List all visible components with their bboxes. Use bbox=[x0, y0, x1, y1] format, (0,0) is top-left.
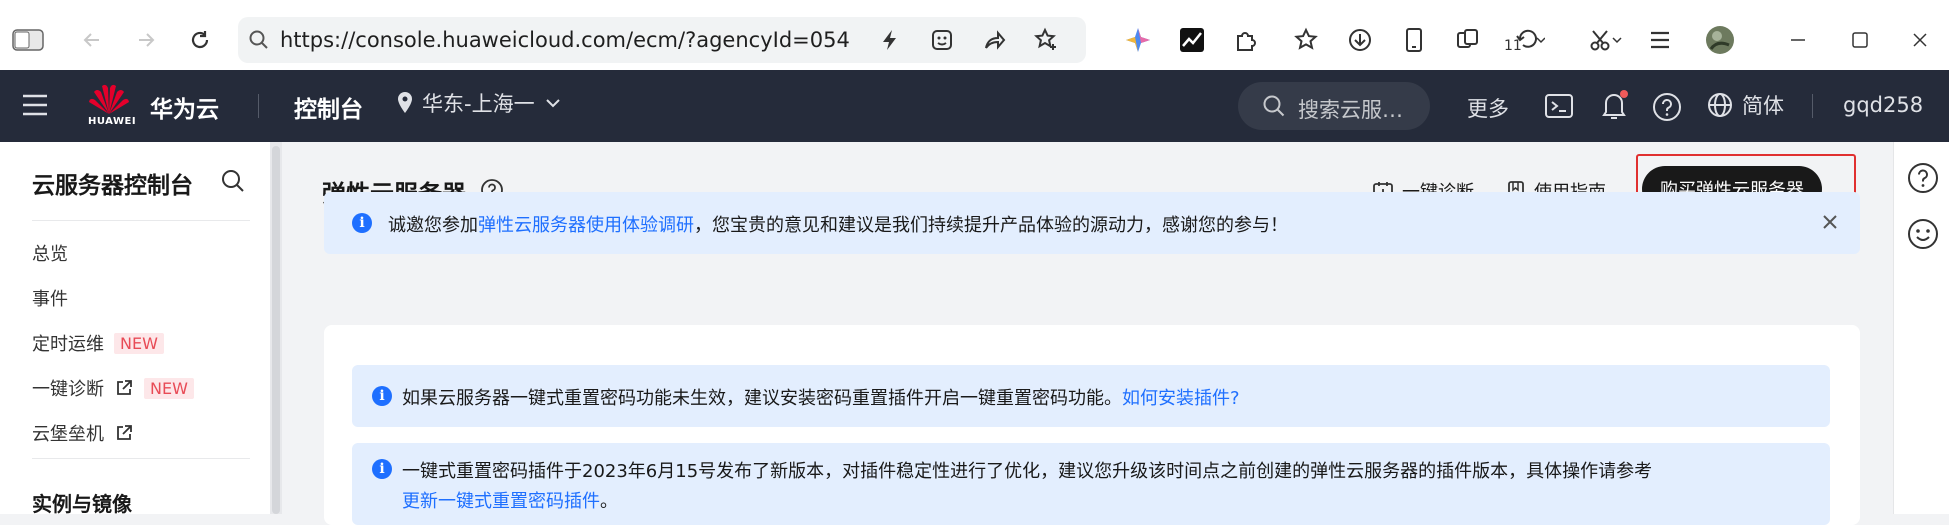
console-topnav: HUAWEI 华为云 控制台 华东-上海一 搜索云服… 更多 简体 gqd258 bbox=[0, 70, 1949, 142]
region-selector[interactable]: 华东-上海一 bbox=[396, 88, 563, 118]
notice2-text: 一键式重置密码插件于2023年6月15号发布了新版本，对插件稳定性进行了优化，建… bbox=[402, 461, 1653, 482]
info-icon: i bbox=[352, 213, 372, 233]
huawei-logo[interactable]: HUAWEI bbox=[86, 82, 136, 132]
sidebar-search-icon[interactable] bbox=[220, 168, 246, 194]
screenshot-icon[interactable] bbox=[1578, 20, 1634, 60]
nav-divider bbox=[1812, 94, 1813, 118]
sidebar-item-bastion[interactable]: 云堡垒机 bbox=[32, 420, 134, 446]
hamburger-icon[interactable] bbox=[20, 92, 50, 118]
minimize-icon[interactable] bbox=[1778, 20, 1818, 60]
sidebar-divider bbox=[32, 220, 250, 221]
search-icon bbox=[1262, 94, 1286, 118]
history-icon[interactable]: 11 bbox=[1502, 20, 1558, 60]
share-icon[interactable] bbox=[974, 20, 1014, 60]
sidebar-item-overview[interactable]: 总览 bbox=[32, 240, 68, 266]
forward-icon[interactable] bbox=[126, 20, 166, 60]
lightning-icon[interactable] bbox=[870, 20, 910, 60]
profile-avatar[interactable] bbox=[1700, 20, 1740, 60]
extensions-icon[interactable] bbox=[1226, 20, 1266, 60]
notice1-text: 如果云服务器一键式重置密码功能未生效，建议安装密码重置插件开启一键重置密码功能。… bbox=[402, 388, 1240, 409]
browser-toolbar: https://console.huaweicloud.com/ecm/?age… bbox=[0, 0, 1949, 70]
reset-password-notice: i 如果云服务器一键式重置密码功能未生效，建议安装密码重置插件开启一键重置密码功… bbox=[352, 365, 1830, 427]
language-selector[interactable]: 简体 bbox=[1706, 90, 1784, 120]
collections-icon[interactable] bbox=[1448, 20, 1488, 60]
reload-icon[interactable] bbox=[180, 20, 220, 60]
address-bar[interactable]: https://console.huaweicloud.com/ecm/?age… bbox=[238, 17, 1086, 63]
survey-notice: i 诚邀您参加弹性云服务器使用体验调研，您宝贵的意见和建议是我们持续提升产品体验… bbox=[324, 192, 1860, 254]
sidebar-title: 云服务器控制台 bbox=[32, 173, 193, 199]
user-menu[interactable]: gqd258 bbox=[1843, 93, 1923, 117]
copilot-icon[interactable] bbox=[1118, 20, 1158, 60]
help-icon[interactable] bbox=[1652, 92, 1682, 122]
new-badge: NEW bbox=[144, 377, 194, 399]
mobile-icon[interactable] bbox=[1394, 20, 1434, 60]
extension-stock-icon[interactable] bbox=[1172, 20, 1212, 60]
main-content: 弹性云服务器 一键诊断 使用指南 购买弹性云服务器 i 诚邀您参加弹性云服务器使… bbox=[282, 142, 1893, 525]
sidebar-item-label: 定时运维 bbox=[32, 334, 104, 355]
huawei-logo-text: HUAWEI bbox=[88, 116, 137, 127]
location-icon bbox=[398, 92, 412, 113]
url-text: https://console.huaweicloud.com/ecm/?age… bbox=[280, 28, 850, 52]
site-info-icon[interactable] bbox=[248, 29, 270, 51]
install-plugin-link[interactable]: 如何安装插件? bbox=[1122, 388, 1240, 409]
reader-icon[interactable] bbox=[922, 20, 962, 60]
close-icon[interactable] bbox=[1820, 212, 1840, 232]
sidebar-scrollbar[interactable] bbox=[270, 142, 282, 514]
tab-actions-icon[interactable] bbox=[8, 20, 48, 60]
search-placeholder: 搜索云服… bbox=[1298, 98, 1403, 122]
sidebar-item-diagnose[interactable]: 一键诊断 NEW bbox=[32, 375, 194, 401]
feedback-smile-icon[interactable] bbox=[1907, 218, 1939, 250]
sidebar-section-instances[interactable]: 实例与镜像 bbox=[32, 488, 132, 517]
survey-text: 诚邀您参加弹性云服务器使用体验调研，您宝贵的意见和建议是我们持续提升产品体验的源… bbox=[388, 215, 1288, 236]
globe-icon bbox=[1708, 93, 1732, 117]
right-rail bbox=[1893, 142, 1949, 514]
sidebar-divider bbox=[32, 458, 250, 459]
new-badge: NEW bbox=[114, 332, 164, 354]
chevron-down-icon bbox=[545, 99, 560, 108]
info-icon: i bbox=[372, 386, 392, 406]
sidebar-item-label: 云堡垒机 bbox=[32, 424, 104, 445]
language-label: 简体 bbox=[1742, 94, 1784, 118]
external-link-icon bbox=[117, 425, 132, 440]
plugin-update-notice: i 一键式重置密码插件于2023年6月15号发布了新版本，对插件稳定性进行了优化… bbox=[352, 443, 1830, 525]
notice2-link-line: 更新一键式重置密码插件。 bbox=[402, 491, 618, 512]
back-icon[interactable] bbox=[72, 20, 112, 60]
downloads-icon[interactable] bbox=[1340, 20, 1380, 60]
help-float-icon[interactable] bbox=[1907, 162, 1939, 194]
menu-icon[interactable] bbox=[1640, 20, 1680, 60]
maximize-icon[interactable] bbox=[1840, 20, 1880, 60]
sidebar-item-label: 总览 bbox=[32, 244, 68, 265]
sidebar-item-label: 事件 bbox=[32, 289, 68, 310]
external-link-icon bbox=[117, 380, 132, 395]
nav-divider bbox=[258, 94, 259, 118]
content-card: i 如果云服务器一键式重置密码功能未生效，建议安装密码重置插件开启一键重置密码功… bbox=[324, 325, 1860, 525]
global-search[interactable]: 搜索云服… bbox=[1238, 82, 1430, 130]
update-plugin-link[interactable]: 更新一键式重置密码插件 bbox=[402, 491, 600, 512]
survey-link[interactable]: 弹性云服务器使用体验调研 bbox=[478, 215, 694, 236]
more-menu[interactable]: 更多 bbox=[1467, 93, 1509, 123]
sidebar-item-scheduled-ops[interactable]: 定时运维 NEW bbox=[32, 330, 164, 356]
brand-name[interactable]: 华为云 bbox=[150, 90, 219, 124]
history-badge: 11 bbox=[1504, 38, 1522, 54]
sidebar: 云服务器控制台 总览 事件 定时运维 NEW 一键诊断 NEW 云堡垒机 实例与… bbox=[0, 142, 270, 517]
favorites-icon[interactable] bbox=[1286, 20, 1326, 60]
console-link[interactable]: 控制台 bbox=[294, 90, 363, 124]
notification-bell-icon[interactable] bbox=[1598, 88, 1630, 122]
sidebar-item-events[interactable]: 事件 bbox=[32, 285, 68, 311]
region-label: 华东-上海一 bbox=[422, 92, 535, 116]
favorite-add-icon[interactable] bbox=[1026, 20, 1066, 60]
info-icon: i bbox=[372, 459, 392, 479]
sidebar-item-label: 一键诊断 bbox=[32, 379, 104, 400]
close-window-icon[interactable] bbox=[1900, 20, 1940, 60]
scrollbar-thumb[interactable] bbox=[272, 146, 280, 514]
cloud-shell-icon[interactable] bbox=[1544, 92, 1574, 120]
